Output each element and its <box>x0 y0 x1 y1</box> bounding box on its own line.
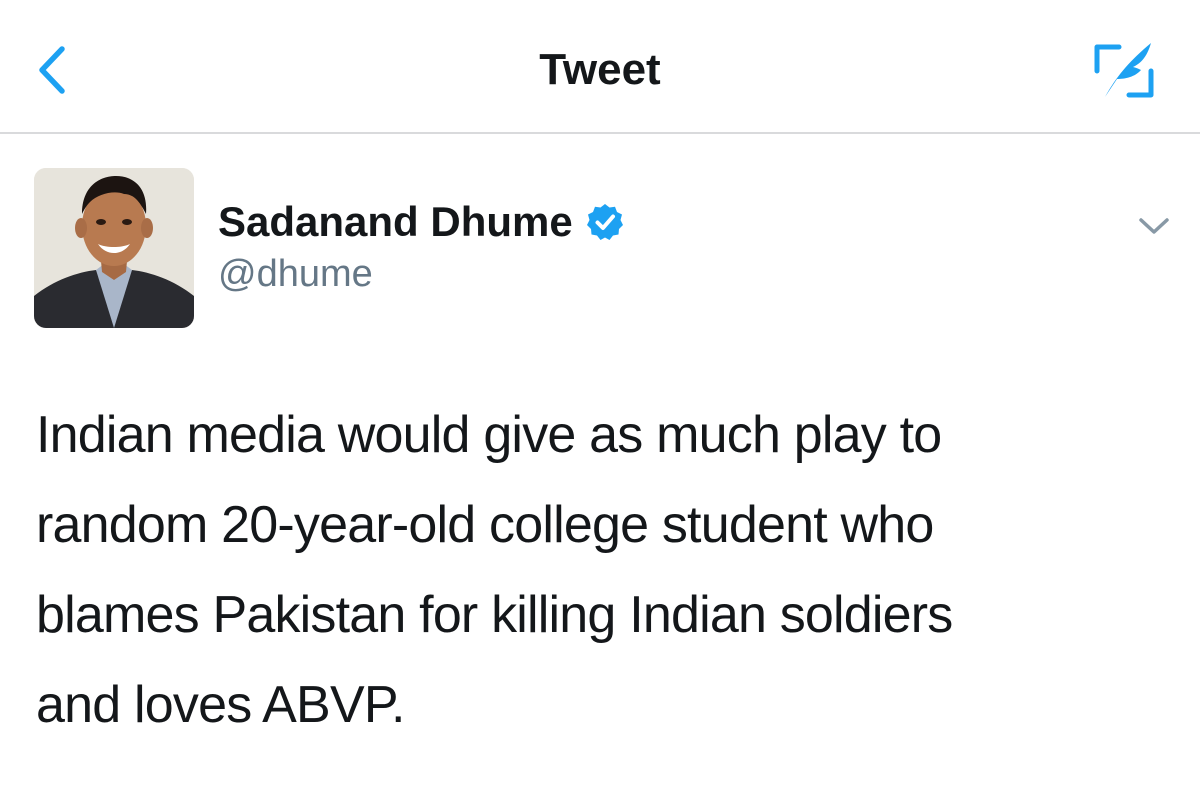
chevron-down-icon <box>1139 218 1169 234</box>
back-button[interactable] <box>26 40 76 100</box>
chevron-left-icon <box>39 46 65 94</box>
page-title: Tweet <box>539 45 661 94</box>
author-display-name[interactable]: Sadanand Dhume <box>218 194 573 250</box>
author-name-row[interactable]: Sadanand Dhume <box>218 192 625 252</box>
tweet-text-line: Indian media would give as much play to <box>36 406 942 464</box>
avatar[interactable] <box>34 168 194 328</box>
compose-tweet-icon <box>1094 43 1154 98</box>
tweet-text: Indian media would give as much play to … <box>36 390 1176 750</box>
tweet-text-line: and loves ABVP. <box>36 676 405 734</box>
verified-badge-icon <box>585 202 625 242</box>
tweet-text-line: random 20-year-old college student who <box>36 496 934 554</box>
compose-tweet-button[interactable] <box>1086 36 1162 106</box>
author-handle[interactable]: @dhume <box>218 248 373 300</box>
tweet-options-button[interactable] <box>1132 208 1176 244</box>
navigation-bar: Tweet <box>0 0 1200 134</box>
tweet-text-line: blames Pakistan for killing Indian soldi… <box>36 586 953 644</box>
author-photo <box>34 168 194 328</box>
